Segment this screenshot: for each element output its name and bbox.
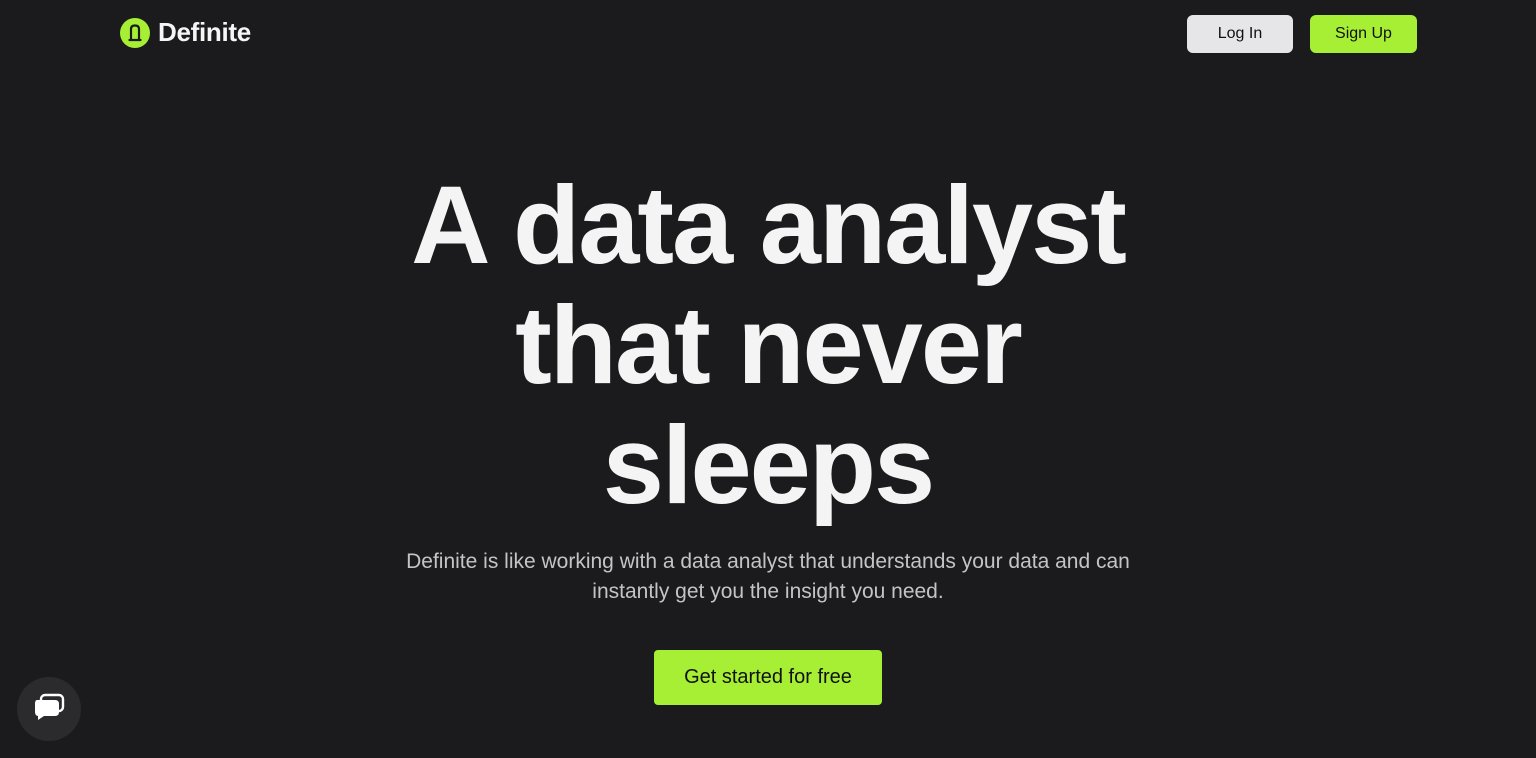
- chat-bubble-icon: [32, 692, 66, 727]
- landing-page: Definite Log In Sign Up A data analyst t…: [0, 0, 1536, 758]
- get-started-button[interactable]: Get started for free: [654, 650, 882, 705]
- hero-title-line-1: A data analyst: [411, 164, 1127, 287]
- signup-button[interactable]: Sign Up: [1310, 15, 1417, 53]
- chat-widget-button[interactable]: [17, 677, 81, 741]
- hero-title: A data analyst that never sleeps: [0, 166, 1536, 526]
- login-button[interactable]: Log In: [1187, 15, 1293, 53]
- brand-name: Definite: [158, 17, 251, 47]
- hero-title-line-2: that never: [515, 284, 1023, 407]
- definite-logo-icon: [120, 17, 150, 48]
- hero-subtitle: Definite is like working with a data ana…: [406, 550, 1130, 603]
- hero-title-line-3: sleeps: [602, 404, 935, 527]
- brand-logo[interactable]: Definite: [120, 17, 251, 48]
